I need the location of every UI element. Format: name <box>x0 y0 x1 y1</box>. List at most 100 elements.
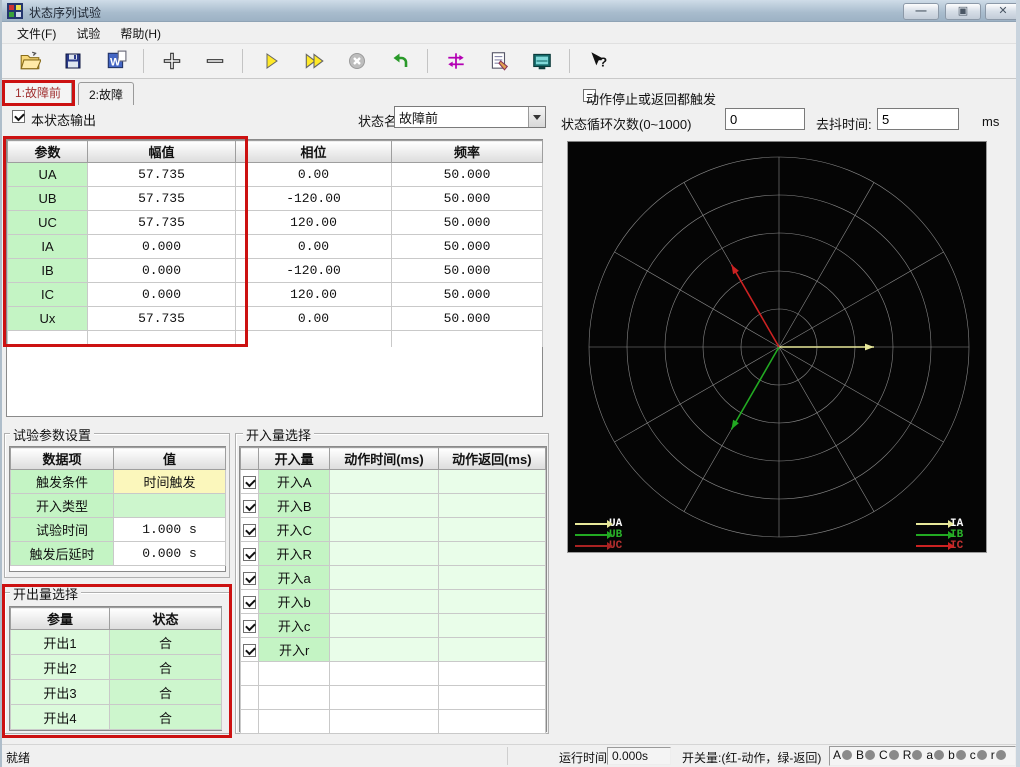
output-state-cell[interactable]: 合 <box>109 629 222 655</box>
binary-output-row: 开出4 合 <box>10 704 222 730</box>
param-value-cell[interactable]: 时间触发 <box>113 469 226 494</box>
action-time-cell[interactable] <box>329 493 439 518</box>
action-return-cell[interactable] <box>437 517 547 542</box>
action-return-cell[interactable] <box>437 613 547 638</box>
undo-button[interactable] <box>381 47 418 75</box>
state-name-combobox[interactable]: 故障前 <box>394 106 546 128</box>
debounce-input[interactable] <box>877 108 959 130</box>
channel-value-cell[interactable]: 50.000 <box>391 162 543 187</box>
debounce-unit: ms <box>982 114 1000 129</box>
channel-value-cell[interactable]: -120.00 <box>235 258 392 283</box>
channel-value-cell[interactable]: 50.000 <box>391 282 543 307</box>
input-enable-checkbox[interactable] <box>243 548 257 562</box>
switch-indicator-B: B <box>856 748 876 762</box>
binary-input-table: 开入量 动作时间(ms) 动作返回(ms) 开入A 开入B 开入C 开入R 开入a 开入b 开入c… <box>239 447 547 734</box>
input-enable-checkbox[interactable] <box>243 644 257 658</box>
channel-value-cell[interactable]: 120.00 <box>235 210 392 235</box>
save-button[interactable] <box>54 47 91 75</box>
legend-row: UA <box>575 518 622 530</box>
help-cursor-icon: ? <box>590 52 607 70</box>
add-state-button[interactable] <box>153 47 190 75</box>
action-time-cell[interactable] <box>329 637 439 662</box>
tab-1[interactable]: 1:故障前 <box>4 80 73 105</box>
input-name-cell: 开入R <box>258 541 331 566</box>
channel-value-cell[interactable]: 57.735 <box>87 210 236 235</box>
channel-value-cell[interactable]: 57.735 <box>87 186 236 211</box>
action-time-cell[interactable] <box>329 541 439 566</box>
input-enable-checkbox[interactable] <box>243 476 257 490</box>
column-header: 幅值 <box>87 140 236 163</box>
output-state-cell[interactable]: 合 <box>109 654 222 680</box>
input-enable-checkbox[interactable] <box>243 596 257 610</box>
input-enable-checkbox[interactable] <box>243 500 257 514</box>
close-button[interactable]: ✕ <box>985 3 1016 20</box>
channel-value-cell[interactable]: 0.000 <box>87 234 236 259</box>
action-return-cell[interactable] <box>437 493 547 518</box>
remove-state-button[interactable] <box>196 47 233 75</box>
action-return-cell[interactable] <box>437 541 547 566</box>
binary-input-row: 开入c <box>239 613 547 638</box>
indicator-letter: B <box>856 748 865 762</box>
param-name-cell: 试验时间 <box>10 517 114 542</box>
param-value-cell[interactable] <box>113 493 226 518</box>
output-state-cell[interactable]: 合 <box>109 679 222 705</box>
legend-arrow-icon <box>575 519 613 528</box>
menu-item-2[interactable]: 帮助(H) <box>111 23 170 44</box>
action-return-cell[interactable] <box>437 637 547 662</box>
toolbar: W ? <box>2 44 1016 79</box>
param-value-cell[interactable]: 0.000 s <box>113 541 226 566</box>
channel-value-cell[interactable]: 57.735 <box>87 306 236 331</box>
menu-item-0[interactable]: 文件(F) <box>8 23 65 44</box>
channel-value-cell[interactable]: 0.00 <box>235 162 392 187</box>
action-time-cell[interactable] <box>329 565 439 590</box>
minimize-button[interactable]: — <box>903 3 939 20</box>
menu-item-1[interactable]: 试验 <box>67 23 109 44</box>
channel-value-cell[interactable]: 50.000 <box>391 306 543 331</box>
binary-input-title: 开入量选择 <box>243 425 315 444</box>
binary-input-row: 开入r <box>239 637 547 662</box>
channel-value-cell[interactable]: 0.000 <box>87 258 236 283</box>
channel-value-cell[interactable]: 50.000 <box>391 210 543 235</box>
param-value-cell[interactable]: 1.000 s <box>113 517 226 542</box>
action-time-cell[interactable] <box>329 517 439 542</box>
action-return-cell[interactable] <box>437 589 547 614</box>
channel-value-cell[interactable]: 57.735 <box>87 162 236 187</box>
action-time-cell[interactable] <box>329 589 439 614</box>
channel-value-cell[interactable]: 50.000 <box>391 258 543 283</box>
channel-value-cell[interactable]: 120.00 <box>235 282 392 307</box>
run-all-button[interactable] <box>295 47 332 75</box>
action-return-cell[interactable] <box>437 565 547 590</box>
open-file-button[interactable] <box>11 47 48 75</box>
oscilloscope-button[interactable] <box>523 47 560 75</box>
action-return-cell[interactable] <box>437 469 547 494</box>
action-time-cell[interactable] <box>329 613 439 638</box>
run-button[interactable] <box>252 47 289 75</box>
output-state-cell[interactable]: 合 <box>109 704 222 730</box>
restore-button[interactable]: ▣ <box>945 3 981 20</box>
context-help-button[interactable]: ? <box>579 47 616 75</box>
input-enable-checkbox[interactable] <box>243 524 257 538</box>
app-window: 状态序列试验 — ▣ ✕ 文件(F) 试验 帮助(H) W ? 1:故障前 2:故障 … <box>0 0 1020 767</box>
waveform-setting-button[interactable] <box>437 47 474 75</box>
state-output-checkbox[interactable] <box>12 110 25 123</box>
channel-value-cell[interactable]: 50.000 <box>391 234 543 259</box>
tab-2[interactable]: 2:故障 <box>78 82 135 105</box>
binary-output-row: 开出2 合 <box>10 654 222 680</box>
action-stop-return-label: 动作停止或返回都触发 <box>586 92 717 107</box>
empty-row <box>239 685 547 710</box>
status-ready-text: 就绪 <box>6 751 31 765</box>
loop-count-input[interactable] <box>725 108 805 130</box>
action-time-cell[interactable] <box>329 469 439 494</box>
channel-value-cell[interactable]: 0.000 <box>87 282 236 307</box>
channel-value-cell[interactable]: 0.00 <box>235 234 392 259</box>
input-enable-checkbox[interactable] <box>243 572 257 586</box>
report-button[interactable] <box>480 47 517 75</box>
channel-value-cell[interactable]: -120.00 <box>235 186 392 211</box>
combo-dropdown-button[interactable] <box>528 107 545 127</box>
channel-value-cell[interactable]: 0.00 <box>235 306 392 331</box>
open-folder-icon <box>19 51 41 70</box>
input-enable-checkbox[interactable] <box>243 620 257 634</box>
channel-value-cell[interactable]: 50.000 <box>391 186 543 211</box>
export-word-button[interactable]: W <box>97 47 134 75</box>
stop-button[interactable] <box>338 47 375 75</box>
